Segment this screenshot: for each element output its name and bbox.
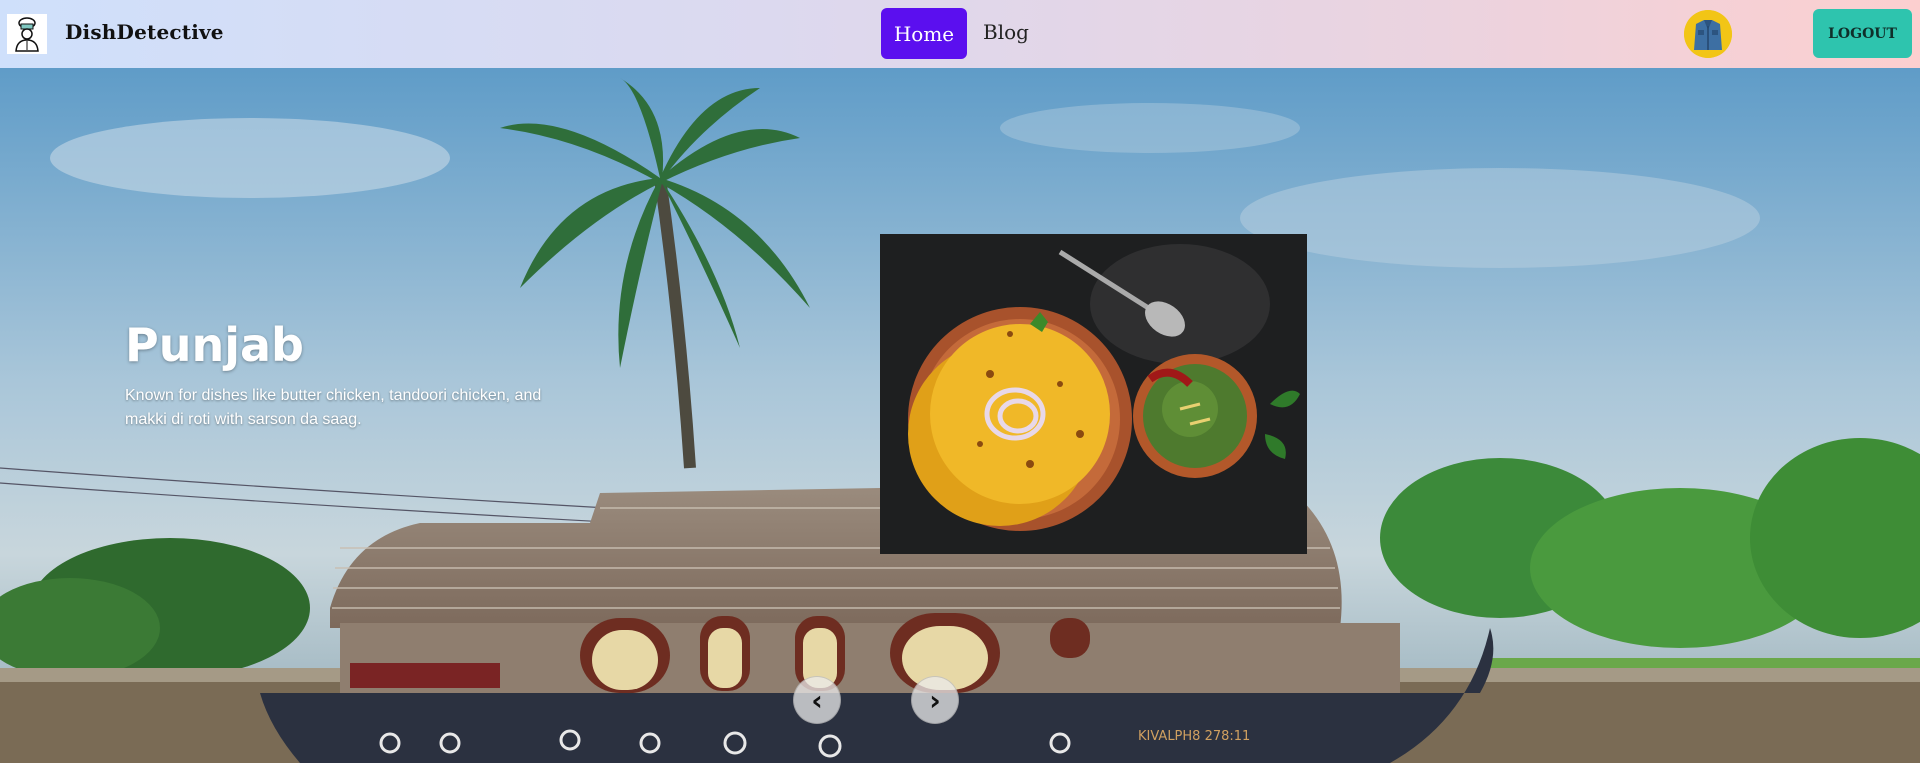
makki-roti-sarson-saag-image (880, 234, 1307, 554)
chef-logo-icon[interactable] (7, 14, 47, 54)
navbar: DishDetective Home Blog LOGOUT (0, 0, 1920, 68)
nav-blog-link[interactable]: Blog (983, 20, 1029, 44)
denim-jacket-avatar-icon (1684, 10, 1732, 58)
carousel-next-button[interactable]: › (911, 676, 959, 724)
slide-description: Known for dishes like butter chicken, ta… (125, 387, 542, 428)
svg-text:KIVALPH8 278:11: KIVALPH8 278:11 (1138, 729, 1250, 744)
slide-title: Punjab (125, 318, 304, 372)
carousel-prev-button[interactable]: ‹ (793, 676, 841, 724)
nav-home-link[interactable]: Home (881, 8, 967, 59)
user-avatar[interactable] (1684, 10, 1732, 58)
hero-carousel: KIVALPH8 278:11 Punjab Known for dishes … (0, 68, 1920, 763)
brand-name[interactable]: DishDetective (65, 20, 224, 44)
logout-button[interactable]: LOGOUT (1813, 9, 1912, 58)
